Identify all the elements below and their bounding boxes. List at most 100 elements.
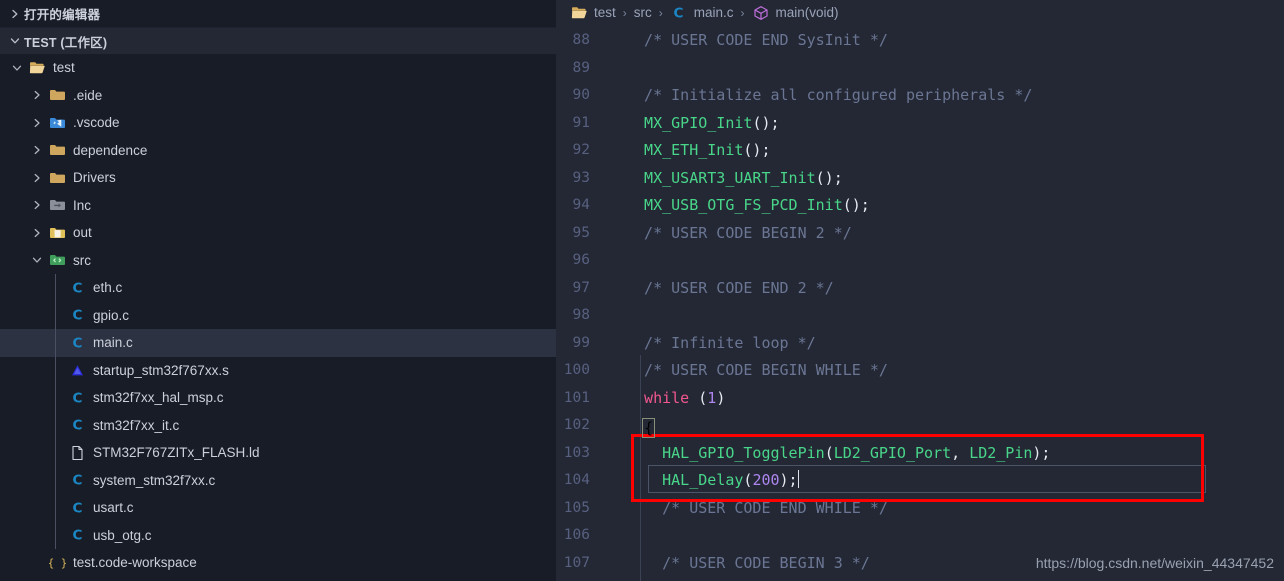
code-line[interactable]: 104 HAL_Delay(200); xyxy=(556,467,1284,495)
code-line[interactable]: 99 /* Infinite loop */ xyxy=(556,330,1284,358)
token-num: 1 xyxy=(707,388,717,407)
line-number: 101 xyxy=(563,389,590,406)
c-file-icon: C xyxy=(66,307,88,323)
code-line[interactable]: 93 MX_USART3_UART_Init(); xyxy=(556,165,1284,193)
token-fn: MX_USART3_UART_Init xyxy=(626,168,816,187)
chevron-right-icon[interactable] xyxy=(28,227,46,239)
code-line-text: /* Initialize all configured peripherals… xyxy=(612,82,1032,110)
tree-file-item[interactable]: { } test.code-workspace xyxy=(0,549,556,577)
section-open-editors[interactable]: 打开的编辑器 xyxy=(0,0,556,27)
code-content[interactable]: 88 /* USER CODE END SysInit */ 89 90 /* In… xyxy=(556,25,1284,581)
token-cmt: /* Infinite loop */ xyxy=(626,333,816,352)
chevron-right-icon[interactable] xyxy=(28,117,46,129)
svg-text:C: C xyxy=(72,280,82,295)
code-line[interactable]: 95 /* USER CODE BEGIN 2 */ xyxy=(556,220,1284,248)
chevron-down-icon[interactable] xyxy=(8,62,26,74)
tree-folder-item[interactable]: .eide xyxy=(0,82,556,110)
code-line[interactable]: 89 xyxy=(556,55,1284,83)
code-line[interactable]: 91 MX_GPIO_Init(); xyxy=(556,110,1284,138)
token-punc: (); xyxy=(815,168,843,187)
code-line[interactable]: 108 } xyxy=(556,577,1284,581)
tree-folder-item[interactable]: out xyxy=(0,219,556,247)
line-number: 90 xyxy=(572,87,590,103)
line-number: 91 xyxy=(572,114,590,131)
chevron-down-icon[interactable] xyxy=(28,254,46,266)
code-line[interactable]: 102 { xyxy=(556,412,1284,440)
code-line-text: /* USER CODE BEGIN 2 */ xyxy=(612,220,852,248)
c-file-icon: C xyxy=(66,472,88,488)
section-workspace[interactable]: TEST (工作区) xyxy=(0,27,556,54)
code-line-text: /* Infinite loop */ xyxy=(612,330,816,358)
chevron-right-icon[interactable] xyxy=(28,144,46,156)
svg-text:C: C xyxy=(674,5,684,20)
file-tree: test .eide .vscode dependence Drivers In… xyxy=(0,54,556,577)
code-line[interactable]: 105 /* USER CODE END WHILE */ xyxy=(556,495,1284,523)
chevron-right-icon[interactable] xyxy=(28,89,46,101)
tree-file-item[interactable]: Cusart.c xyxy=(0,494,556,522)
tree-folder-item[interactable]: Drivers xyxy=(0,164,556,192)
code-line[interactable]: 97 /* USER CODE END 2 */ xyxy=(556,275,1284,303)
tree-file-item[interactable]: startup_stm32f767xx.s xyxy=(0,357,556,385)
tree-folder-item[interactable]: .vscode xyxy=(0,109,556,137)
code-line-text: HAL_GPIO_TogglePin(LD2_GPIO_Port, LD2_Pi… xyxy=(612,440,1050,468)
breadcrumb-item-label: test xyxy=(594,5,616,20)
code-line[interactable]: 103 HAL_GPIO_TogglePin(LD2_GPIO_Port, LD… xyxy=(556,440,1284,468)
tree-item-label: test.code-workspace xyxy=(73,555,197,570)
code-line[interactable]: 90 /* Initialize all configured peripher… xyxy=(556,82,1284,110)
c-file-icon: C xyxy=(66,390,88,405)
symbol-method-icon xyxy=(752,5,770,21)
svg-text:C: C xyxy=(72,308,82,323)
svg-text:C: C xyxy=(72,335,82,350)
tree-item-label: startup_stm32f767xx.s xyxy=(93,362,229,378)
breadcrumb-item-test[interactable]: test xyxy=(570,5,616,20)
breadcrumb-item-main-c[interactable]: Cmain.c xyxy=(670,5,734,21)
code-line[interactable]: 94 MX_USB_OTG_FS_PCD_Init(); xyxy=(556,192,1284,220)
c-file-icon: C xyxy=(670,5,688,20)
line-number: 107 xyxy=(563,554,590,571)
tree-file-item[interactable]: STM32F767ZITx_FLASH.ld xyxy=(0,439,556,467)
c-file-icon: C xyxy=(66,500,88,515)
code-line-text: } xyxy=(612,577,653,581)
code-line[interactable]: 100 /* USER CODE BEGIN WHILE */ xyxy=(556,357,1284,385)
token-cmt: /* USER CODE BEGIN 3 */ xyxy=(626,553,870,572)
code-line-text: HAL_Delay(200); xyxy=(612,467,800,495)
tree-file-item[interactable]: Cstm32f7xx_hal_msp.c xyxy=(0,384,556,412)
token-cmt: /* USER CODE END 2 */ xyxy=(626,278,834,297)
code-line[interactable]: 96 xyxy=(556,247,1284,275)
token-punc: ) xyxy=(716,388,726,407)
code-line[interactable]: 98 xyxy=(556,302,1284,330)
chevron-right-icon[interactable] xyxy=(28,199,46,211)
tree-folder-item[interactable]: src xyxy=(0,247,556,275)
tree-file-item[interactable]: Csystem_stm32f7xx.c xyxy=(0,467,556,495)
tree-folder-item[interactable]: test xyxy=(0,54,556,82)
tree-file-item[interactable]: Ceth.c xyxy=(0,274,556,302)
breadcrumb-item-main-void-[interactable]: main(void) xyxy=(752,5,839,21)
chevron-right-icon[interactable] xyxy=(28,172,46,184)
svg-text:C: C xyxy=(72,528,82,543)
tree-folder-item[interactable]: dependence xyxy=(0,137,556,165)
folder-open-tan-icon xyxy=(570,5,588,20)
c-file-icon: C xyxy=(66,527,88,543)
c-file-icon: C xyxy=(66,417,88,433)
code-line-text: /* USER CODE BEGIN WHILE */ xyxy=(612,357,888,385)
tree-file-item[interactable]: Cstm32f7xx_it.c xyxy=(0,412,556,440)
code-line[interactable]: 92 MX_ETH_Init(); xyxy=(556,137,1284,165)
code-line[interactable]: 106 xyxy=(556,522,1284,550)
tree-file-item[interactable]: Cusb_otg.c xyxy=(0,522,556,550)
svg-text:C: C xyxy=(72,390,82,405)
token-punc: (); xyxy=(842,196,870,214)
breadcrumb-item-src[interactable]: src xyxy=(634,5,652,20)
open-editors-label: 打开的编辑器 xyxy=(24,8,101,22)
code-line-text: MX_GPIO_Init(); xyxy=(612,110,779,138)
tree-folder-item[interactable]: Inc xyxy=(0,192,556,220)
code-line[interactable]: 88 /* USER CODE END SysInit */ xyxy=(556,27,1284,55)
tree-file-item[interactable]: Cmain.c xyxy=(0,329,556,357)
indent-guide xyxy=(55,274,56,549)
code-line-text: { xyxy=(612,412,656,440)
breadcrumb[interactable]: test › src › Cmain.c › main(void) xyxy=(556,0,1284,25)
tree-file-item[interactable]: Cgpio.c xyxy=(0,302,556,330)
tree-item-label: .vscode xyxy=(73,115,120,130)
code-line[interactable]: 101 while (1) xyxy=(556,385,1284,413)
tree-item-label: usart.c xyxy=(93,500,134,515)
line-number: 106 xyxy=(563,527,590,543)
